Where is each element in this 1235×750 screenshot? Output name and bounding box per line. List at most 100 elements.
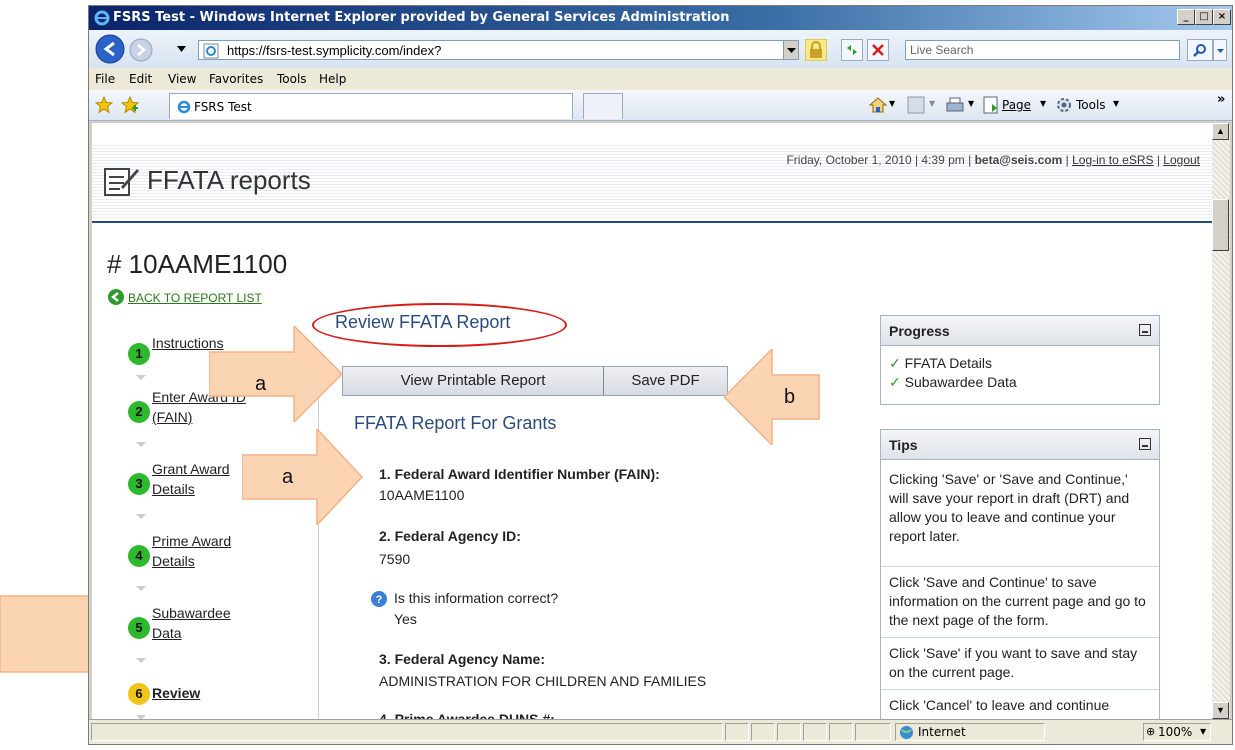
feeds-dropdown-icon[interactable]: ▼ bbox=[929, 99, 935, 108]
header-separator: | bbox=[1062, 153, 1073, 167]
menu-file[interactable]: File bbox=[95, 72, 115, 86]
step-1-number: 1 bbox=[128, 343, 150, 365]
status-cell bbox=[725, 723, 749, 741]
minimize-button[interactable]: _ bbox=[1177, 9, 1195, 25]
page-content: FFATA reports Friday, October 1, 2010 | … bbox=[92, 123, 1212, 719]
ie-logo-icon bbox=[94, 10, 110, 26]
address-input[interactable]: https://fsrs-test.symplicity.com/index? bbox=[198, 40, 798, 60]
home-dropdown-icon[interactable]: ▼ bbox=[889, 99, 895, 108]
tips-panel: Tips Clicking 'Save' or 'Save and Contin… bbox=[880, 429, 1160, 719]
annotation-arrow-fields bbox=[242, 429, 364, 525]
help-icon[interactable]: ? bbox=[370, 590, 388, 608]
vertical-scrollbar[interactable]: ▲ ▼ bbox=[1212, 123, 1230, 719]
favorites-star-icon[interactable] bbox=[95, 96, 113, 114]
step-4-label: Prime Award bbox=[152, 533, 232, 549]
print-icon[interactable] bbox=[945, 96, 965, 114]
progress-panel-header: Progress bbox=[881, 316, 1159, 346]
refresh-icon[interactable] bbox=[841, 39, 863, 61]
step-chevron-icon bbox=[136, 442, 146, 447]
page-menu-icon[interactable] bbox=[983, 96, 999, 114]
login-esrs-link[interactable]: Log-in to eSRS bbox=[1072, 153, 1153, 167]
save-pdf-button[interactable]: Save PDF bbox=[604, 367, 727, 395]
progress-collapse-icon[interactable] bbox=[1139, 324, 1151, 336]
zoom-dropdown-icon: ▼ bbox=[1200, 727, 1207, 736]
step-6-link[interactable]: Review bbox=[152, 683, 200, 703]
field-fain-label: 1. Federal Award Identifier Number (FAIN… bbox=[379, 466, 660, 482]
tab-fsrs-test[interactable]: FSRS Test bbox=[169, 93, 573, 119]
step-chevron-icon bbox=[136, 586, 146, 591]
new-tab-button[interactable] bbox=[583, 93, 623, 119]
page-menu-label[interactable]: Page bbox=[1002, 98, 1031, 112]
print-dropdown-icon[interactable]: ▼ bbox=[968, 99, 974, 108]
step-5-link[interactable]: Subawardee Data bbox=[152, 603, 231, 643]
step-2-number: 2 bbox=[128, 401, 150, 423]
field-fain-value: 10AAME1100 bbox=[379, 487, 465, 503]
ie-tab-icon bbox=[177, 100, 191, 114]
step-5-number: 5 bbox=[128, 617, 150, 639]
tip-divider bbox=[881, 637, 1159, 638]
toolbar-overflow-icon[interactable]: » bbox=[1217, 92, 1225, 107]
field-agency-id-value: 7590 bbox=[379, 551, 411, 567]
address-dropdown-button[interactable] bbox=[783, 40, 799, 60]
logout-link[interactable]: Logout bbox=[1163, 153, 1200, 167]
report-button-bar: View Printable Report Save PDF bbox=[342, 366, 728, 396]
step-6-number: 6 bbox=[128, 683, 150, 705]
tips-collapse-icon[interactable] bbox=[1139, 438, 1151, 450]
view-printable-report-button[interactable]: View Printable Report bbox=[343, 367, 604, 395]
address-row: https://fsrs-test.symplicity.com/index? … bbox=[89, 30, 1232, 68]
step-4-label-2: Details bbox=[152, 553, 195, 569]
tip-3: Click 'Save' if you want to save and sta… bbox=[889, 645, 1138, 680]
field-agency-name-value: ADMINISTRATION FOR CHILDREN AND FAMILIES bbox=[379, 673, 707, 689]
page-dropdown-icon[interactable]: ▼ bbox=[1040, 99, 1046, 108]
progress-panel: Progress ✓ FFATA Details ✓ Subawardee Da… bbox=[880, 315, 1160, 405]
step-4-number: 4 bbox=[128, 545, 150, 567]
search-options-button[interactable] bbox=[1213, 39, 1227, 61]
step-3-link[interactable]: Grant Award Details bbox=[152, 459, 230, 499]
browser-window: FSRS Test - Windows Internet Explorer pr… bbox=[88, 5, 1233, 745]
globe-icon bbox=[900, 726, 913, 739]
tips-title: Tips bbox=[889, 437, 918, 453]
close-button[interactable]: × bbox=[1213, 9, 1231, 25]
progress-title: Progress bbox=[889, 323, 950, 339]
step-3-number: 3 bbox=[128, 473, 150, 495]
check-icon: ✓ bbox=[889, 374, 901, 390]
step-2-label-2: (FAIN) bbox=[152, 409, 193, 425]
lock-icon[interactable] bbox=[805, 39, 827, 61]
header-datetime: Friday, October 1, 2010 | 4:39 pm | bbox=[786, 153, 975, 167]
menu-tools[interactable]: Tools bbox=[277, 72, 307, 86]
menu-view[interactable]: View bbox=[168, 72, 196, 86]
maximize-button[interactable]: □ bbox=[1195, 9, 1213, 25]
search-input[interactable]: Live Search bbox=[905, 40, 1180, 60]
step-4-link[interactable]: Prime Award Details bbox=[152, 531, 231, 571]
tools-menu-label[interactable]: Tools bbox=[1076, 98, 1106, 112]
menu-help[interactable]: Help bbox=[319, 72, 346, 86]
grants-report-title: FFATA Report For Grants bbox=[354, 413, 557, 433]
search-button[interactable] bbox=[1187, 39, 1213, 61]
back-icon[interactable] bbox=[95, 34, 125, 64]
menu-edit[interactable]: Edit bbox=[129, 72, 152, 86]
step-3-label-2: Details bbox=[152, 481, 195, 497]
forward-icon[interactable] bbox=[129, 38, 153, 62]
scroll-thumb[interactable] bbox=[1212, 199, 1229, 251]
feeds-icon[interactable] bbox=[907, 96, 925, 114]
add-favorite-icon[interactable] bbox=[121, 96, 139, 114]
tools-gear-icon[interactable] bbox=[1055, 96, 1073, 114]
stop-icon[interactable] bbox=[867, 39, 889, 61]
info-correct-question: Is this information correct? bbox=[394, 590, 559, 606]
scroll-down-button[interactable]: ▼ bbox=[1212, 702, 1229, 719]
back-arrow-icon[interactable] bbox=[108, 289, 124, 305]
zone-cell[interactable]: Internet bbox=[895, 723, 1045, 741]
menu-favorites[interactable]: Favorites bbox=[209, 72, 263, 86]
annotation-label-a-lower: a bbox=[282, 466, 294, 488]
home-icon[interactable] bbox=[869, 96, 887, 114]
dropdown-icon[interactable] bbox=[177, 46, 186, 52]
scroll-up-button[interactable]: ▲ bbox=[1212, 123, 1229, 140]
zoom-control[interactable]: ⊕ 100% ▼ bbox=[1143, 723, 1211, 741]
tip-divider bbox=[881, 689, 1159, 690]
back-to-report-list-link[interactable]: BACK TO REPORT LIST bbox=[128, 291, 262, 305]
progress-item-label: Subawardee Data bbox=[904, 374, 1017, 390]
address-url: https://fsrs-test.symplicity.com/index? bbox=[227, 43, 442, 58]
annotation-label-a-top: a bbox=[255, 373, 267, 395]
review-title-highlight-oval bbox=[312, 303, 567, 347]
tools-dropdown-icon[interactable]: ▼ bbox=[1113, 99, 1119, 108]
